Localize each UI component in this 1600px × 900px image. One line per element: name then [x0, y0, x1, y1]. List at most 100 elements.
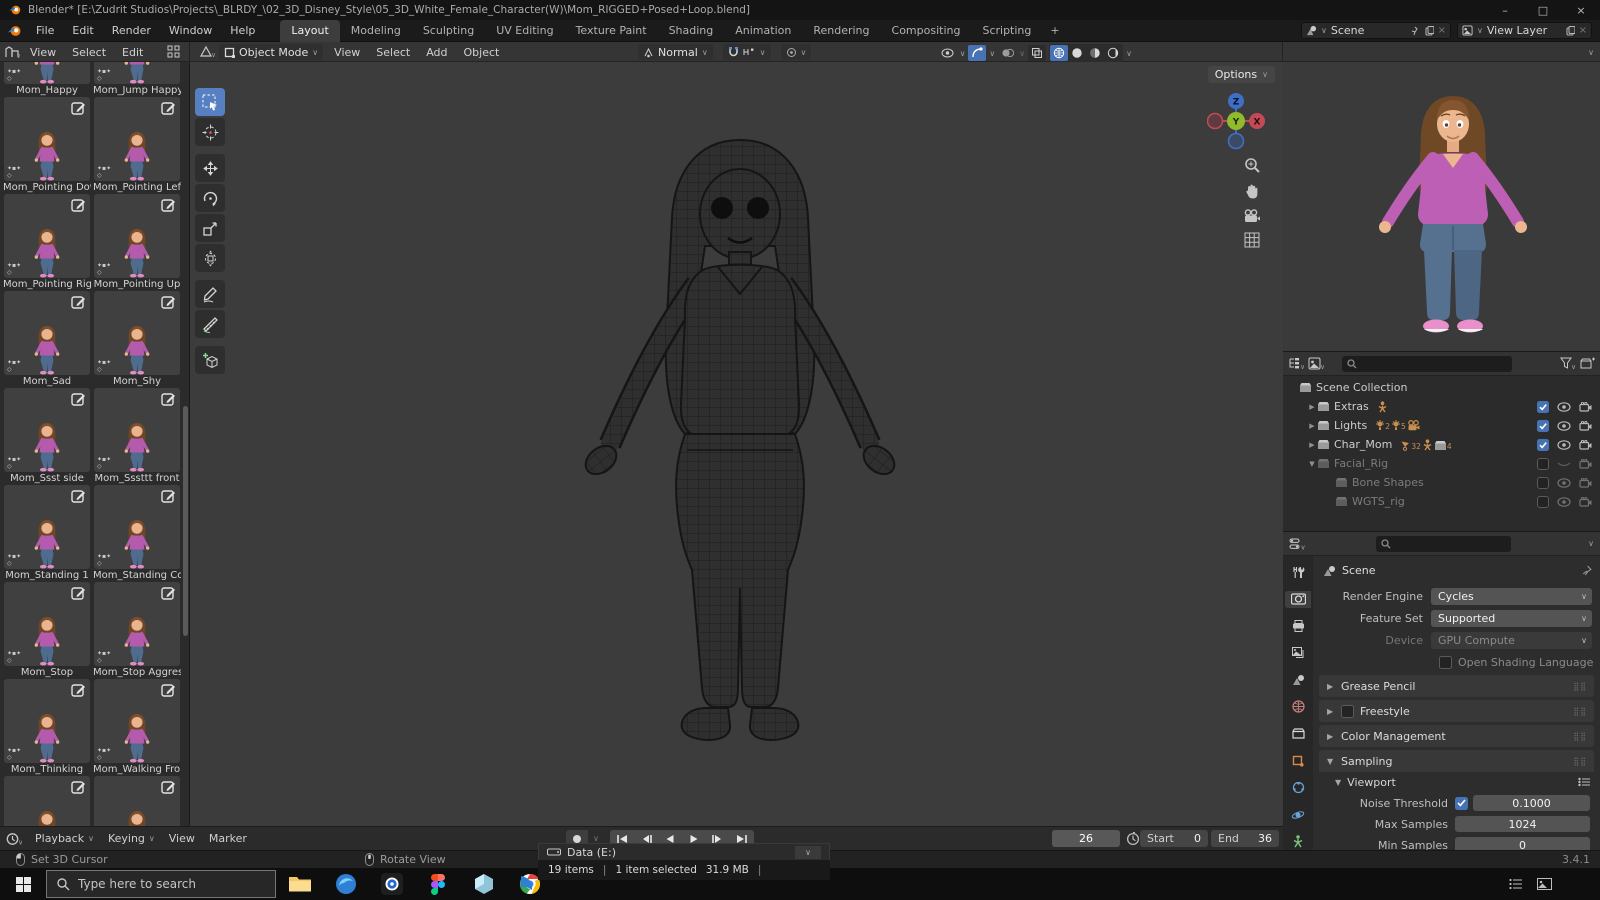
3d-viewport[interactable]: Options∨ Z X Y [190, 62, 1283, 826]
solid-shading-icon[interactable] [1068, 45, 1086, 61]
pose-thumbnail[interactable]: ✦▪✦◇ [4, 97, 90, 181]
pose-thumbnail[interactable]: ✦▪✦◇ [4, 62, 90, 84]
viewport-editor-icon[interactable]: ∨ [198, 45, 216, 59]
frame-end-field[interactable]: End36 [1211, 830, 1279, 847]
hide-eye-toggle[interactable] [1557, 440, 1571, 450]
asset-pose-item[interactable]: ✦▪✦◇Mom_Stop Aggres... [93, 582, 181, 679]
gizmos-toggle-icon[interactable] [968, 45, 986, 61]
section-checkbox[interactable] [1341, 705, 1354, 718]
collection-tab-button[interactable] [1285, 725, 1311, 742]
data-tab-button[interactable] [1285, 779, 1311, 796]
asset-pose-item[interactable]: ✦▪✦◇ [3, 776, 91, 826]
pose-thumbnail[interactable]: ✦▪✦◇ [94, 97, 180, 181]
asset-pose-item[interactable]: ✦▪✦◇Mom_Pointing Right [3, 194, 91, 291]
outliner-row-extras[interactable]: ▶Extras [1283, 397, 1600, 416]
tray-list-icon[interactable] [1509, 878, 1523, 890]
view-layer-selector[interactable]: ∨ View Layer × [1457, 22, 1592, 39]
hide-eye-toggle[interactable] [1557, 402, 1571, 412]
pose-thumbnail[interactable]: ✦▪✦◇ [94, 388, 180, 472]
asset-pose-item[interactable]: ✦▪✦◇Mom_Thinking [3, 679, 91, 776]
expand-arrow-icon[interactable]: ▶ [1307, 403, 1317, 411]
pan-hand-icon[interactable] [1244, 183, 1260, 200]
pose-thumbnail[interactable]: ✦▪✦◇ [94, 62, 180, 84]
pose-thumbnail[interactable]: ✦▪✦◇ [4, 679, 90, 763]
section-freestyle[interactable]: ▶Freestyle⣿⣿ [1319, 700, 1594, 722]
3d-viewer-icon[interactable] [472, 872, 496, 896]
zoom-icon[interactable] [1244, 157, 1261, 174]
workspace-tab-rendering[interactable]: Rendering [802, 20, 880, 42]
asset-pose-item[interactable]: ✦▪✦◇Mom_Pointing Left [93, 97, 181, 194]
workspace-tab-shading[interactable]: Shading [658, 20, 725, 42]
render-camera-toggle[interactable] [1579, 440, 1592, 450]
grid-toggle-icon[interactable] [1244, 232, 1260, 248]
hide-eye-toggle[interactable] [1557, 459, 1571, 469]
use-preview-range-icon[interactable] [1126, 832, 1140, 846]
edit-pose-icon[interactable] [161, 489, 176, 504]
hide-eye-toggle[interactable] [1557, 421, 1571, 431]
outliner-row-facial_rig[interactable]: ▼Facial_Rig [1283, 454, 1600, 473]
timeline-menu-playback[interactable]: Playback∨ [28, 832, 101, 845]
tray-image-icon[interactable] [1537, 878, 1552, 890]
edit-pose-icon[interactable] [161, 392, 176, 407]
constraints-tab-button[interactable] [1285, 833, 1311, 850]
edit-pose-icon[interactable] [71, 780, 86, 795]
render-camera-toggle[interactable] [1579, 421, 1592, 431]
workspace-tab-sculpting[interactable]: Sculpting [412, 20, 485, 42]
pose-thumbnail[interactable]: ✦▪✦◇ [4, 388, 90, 472]
asset-pose-item[interactable]: ✦▪✦◇Mom_Stop [3, 582, 91, 679]
rotate-tool-button[interactable] [195, 184, 225, 212]
explorer-expand-chevron[interactable]: ∨ [795, 846, 821, 859]
material-shading-icon[interactable] [1086, 45, 1104, 61]
viewport-subsection[interactable]: ▼ Viewport [1313, 772, 1600, 792]
selectable-checkbox[interactable] [1537, 477, 1549, 489]
workspace-tab-layout[interactable]: Layout [280, 20, 339, 42]
param-value-field[interactable]: 0 [1455, 837, 1590, 850]
object-visibility-icon[interactable] [939, 45, 957, 61]
edit-pose-icon[interactable] [161, 683, 176, 698]
outliner-search-input[interactable] [1342, 356, 1512, 372]
viewport-menu-object[interactable]: Object [456, 46, 508, 59]
scene-selector[interactable]: ∨ Scene × [1301, 22, 1451, 39]
annotate-tool-button[interactable] [195, 280, 225, 308]
close-button[interactable]: × [1562, 0, 1600, 20]
file-explorer-icon[interactable] [288, 872, 312, 896]
edit-pose-icon[interactable] [161, 586, 176, 601]
edit-pose-icon[interactable] [71, 586, 86, 601]
wireframe-shading-icon[interactable] [1050, 45, 1068, 61]
render-camera-toggle[interactable] [1579, 459, 1592, 469]
mode-selector[interactable]: Object Mode ∨ [219, 44, 323, 60]
pose-thumbnail[interactable]: ✦▪✦◇ [94, 291, 180, 375]
workspace-tab-texture-paint[interactable]: Texture Paint [565, 20, 658, 42]
menu-edit[interactable]: Edit [63, 20, 102, 42]
view-layer-tab-button[interactable] [1285, 645, 1311, 662]
blender-menu-icon[interactable] [6, 24, 23, 38]
scene-tab-button[interactable] [1285, 672, 1311, 689]
maximize-button[interactable]: □ [1524, 0, 1562, 20]
param-value-field[interactable]: 1024 [1455, 816, 1590, 832]
navigation-gizmo[interactable]: Z X Y [1207, 92, 1265, 150]
viewport-menu-select[interactable]: Select [368, 46, 418, 59]
pose-thumbnail[interactable]: ✦▪✦◇ [94, 485, 180, 569]
presets-icon[interactable] [1578, 777, 1590, 787]
figma-icon[interactable] [426, 872, 450, 896]
section-grease-pencil[interactable]: ▶Grease Pencil⣿⣿ [1319, 675, 1594, 697]
pose-thumbnail[interactable]: ✦▪✦◇ [4, 582, 90, 666]
chevron-down-icon[interactable]: ∨ [1588, 48, 1594, 57]
edit-pose-icon[interactable] [161, 295, 176, 310]
param-value-field[interactable]: 0.1000 [1473, 795, 1590, 811]
hide-eye-toggle[interactable] [1557, 478, 1571, 488]
noise-threshold-checkbox[interactable] [1455, 797, 1468, 810]
menu-window[interactable]: Window [160, 20, 221, 42]
browser-app-icon[interactable] [334, 872, 358, 896]
render-camera-toggle[interactable] [1579, 478, 1592, 488]
timeline-editor-icon[interactable]: ∨ [6, 832, 22, 846]
outliner-filter-mode-icon[interactable]: ∨ [1308, 357, 1324, 370]
edit-pose-icon[interactable] [71, 489, 86, 504]
edit-pose-icon[interactable] [161, 101, 176, 116]
edit-pose-icon[interactable] [71, 392, 86, 407]
pose-thumbnail[interactable]: ✦▪✦◇ [94, 679, 180, 763]
asset-browser-editor-icon[interactable]: ∨ [4, 46, 20, 59]
edit-pose-icon[interactable] [71, 295, 86, 310]
asset-scrollbar[interactable] [183, 406, 188, 636]
workspace-tab-animation[interactable]: Animation [724, 20, 802, 42]
